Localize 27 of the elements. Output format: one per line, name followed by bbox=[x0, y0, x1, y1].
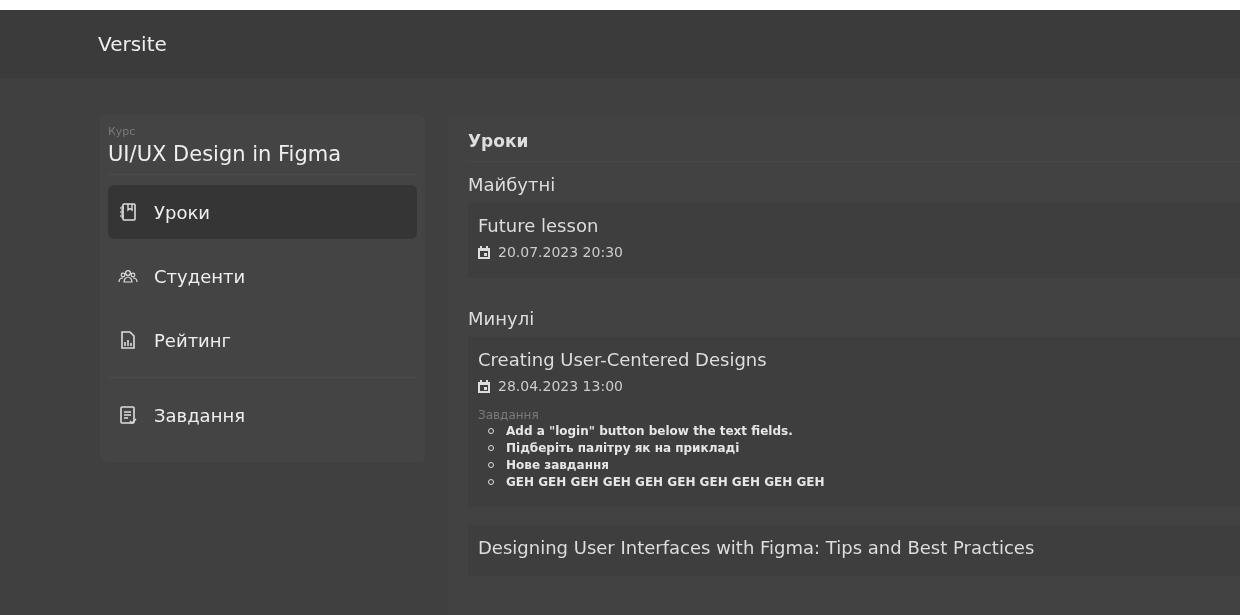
lesson-card[interactable]: Future lesson 20.07.2023 20:30 bbox=[468, 203, 1240, 278]
panel-title: Уроки bbox=[468, 127, 1240, 162]
task-text: GEH GEH GEH GEH GEH GEH GEH GEH GEH GEH bbox=[506, 475, 825, 489]
task-text: Підберіть палітру як на прикладі bbox=[506, 441, 740, 455]
lesson-title: Creating User-Centered Designs bbox=[478, 349, 768, 370]
brand-logo[interactable]: Versite bbox=[98, 32, 167, 56]
lesson-title: Designing User Interfaces with Figma: Tips and Best Practices bbox=[478, 537, 1036, 558]
lesson-title: Future lesson bbox=[478, 215, 600, 236]
lesson-date: 20.07.2023 20:30 bbox=[498, 244, 623, 260]
lesson-card[interactable]: Designing User Interfaces with Figma: Tips and Best Practices bbox=[468, 525, 1240, 576]
task-text: Нове завдання bbox=[506, 458, 609, 472]
checklist-icon bbox=[118, 405, 138, 425]
sidebar-item[interactable]: Рейтинг bbox=[108, 313, 417, 367]
section-title: Майбутні bbox=[468, 173, 557, 197]
sidebar-item[interactable]: Завдання bbox=[108, 388, 417, 442]
tasks-label: Завдання bbox=[478, 408, 540, 422]
sidebar-item[interactable]: Студенти bbox=[108, 249, 417, 303]
sidebar-item[interactable]: Уроки bbox=[108, 185, 417, 239]
notebook-icon bbox=[118, 202, 138, 222]
task-text: Add a "login" button below the text fields. bbox=[506, 424, 793, 438]
calendar-icon bbox=[478, 379, 490, 393]
lesson-date: 28.04.2023 13:00 bbox=[498, 378, 623, 394]
section-title: Минулі bbox=[468, 307, 536, 331]
calendar-icon bbox=[478, 245, 490, 259]
chart-document-icon bbox=[118, 330, 138, 350]
lesson-card[interactable]: Creating User-Centered Designs 28.04.2023 13:00 Завдання Add a "login" button below the text fields. Підберіть палітру як на прикладі Нове завдання GEH GEH GEH GEH GEH GEH GEH GEH GEH GEH bbox=[468, 337, 1240, 507]
course-title: UI/UX Design in Figma bbox=[108, 141, 343, 168]
